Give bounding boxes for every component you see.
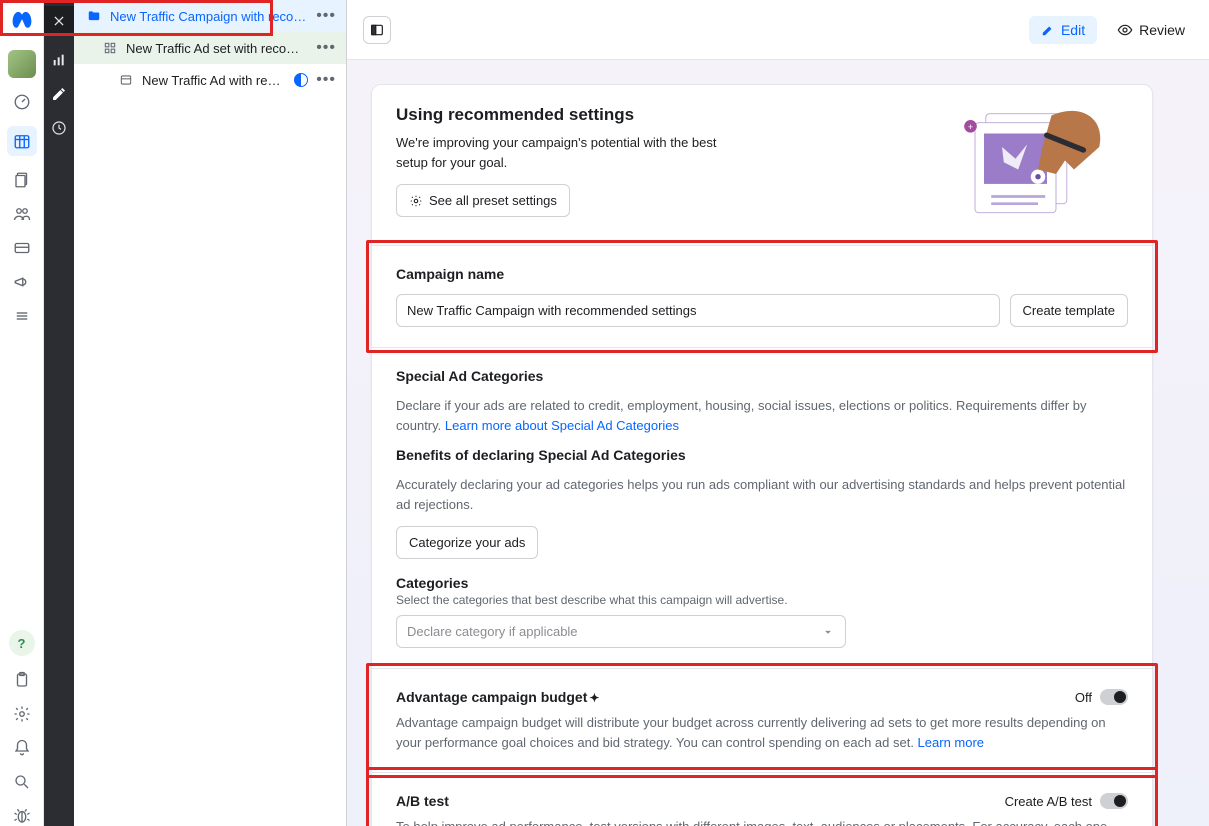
editor-topbar: Edit Review xyxy=(347,0,1209,60)
tree-item-adset[interactable]: New Traffic Ad set with recommend... ••• xyxy=(74,32,346,64)
gear-icon[interactable] xyxy=(12,704,32,724)
clipboard-icon[interactable] xyxy=(12,670,32,690)
ab-toggle-label: Create A/B test xyxy=(1005,794,1092,809)
search-icon[interactable] xyxy=(12,772,32,792)
bell-icon[interactable] xyxy=(12,738,32,758)
audiences-icon[interactable] xyxy=(12,204,32,224)
more-icon[interactable]: ••• xyxy=(316,11,336,21)
meta-logo-icon[interactable] xyxy=(8,8,36,36)
section-special-categories: Special Ad Categories Declare if your ad… xyxy=(372,348,1152,669)
recommended-illustration: + xyxy=(948,105,1128,225)
ab-desc: To help improve ad performance, test ver… xyxy=(396,817,1128,826)
pencil-icon[interactable] xyxy=(49,84,69,104)
edit-label: Edit xyxy=(1061,22,1085,38)
main-content: Edit Review Using recommended settings W… xyxy=(347,0,1209,826)
advantage-learn-link[interactable]: Learn more xyxy=(918,735,984,750)
tree-item-campaign[interactable]: New Traffic Campaign with recommend... •… xyxy=(74,0,346,32)
tree-item-label: New Traffic Ad with recomme... xyxy=(142,73,286,88)
tree-item-ad[interactable]: New Traffic Ad with recomme... ••• xyxy=(74,64,346,96)
review-button[interactable]: Review xyxy=(1109,16,1193,44)
calendar-grid-icon[interactable] xyxy=(7,126,37,156)
sparkle-icon: ✦ xyxy=(589,691,599,705)
section-campaign-name: Campaign name Create template xyxy=(372,246,1152,348)
categorize-ads-button[interactable]: Categorize your ads xyxy=(396,526,538,559)
create-template-button[interactable]: Create template xyxy=(1010,294,1129,327)
eye-icon xyxy=(1117,22,1133,38)
ad-icon xyxy=(118,72,134,88)
campaign-name-input[interactable] xyxy=(396,294,1000,327)
categories-sub: Select the categories that best describe… xyxy=(396,593,1128,607)
tree-item-label: New Traffic Ad set with recommend... xyxy=(126,41,308,56)
editor-rail xyxy=(44,0,74,826)
ab-toggle[interactable] xyxy=(1100,793,1128,809)
documents-icon[interactable] xyxy=(12,170,32,190)
close-icon[interactable] xyxy=(44,6,74,36)
pencil-icon xyxy=(1041,23,1055,37)
advantage-title: Advantage campaign budget✦ xyxy=(396,689,599,705)
chevron-down-icon xyxy=(821,625,835,639)
special-declare-desc: Declare if your ads are related to credi… xyxy=(396,396,1128,435)
tree-item-label: New Traffic Campaign with recommend... xyxy=(110,9,308,24)
grid4-icon xyxy=(102,40,118,56)
section-advantage-budget: Advantage campaign budget✦ Off Advantage… xyxy=(372,669,1152,773)
see-preset-button[interactable]: See all preset settings xyxy=(396,184,570,217)
menu-icon[interactable] xyxy=(12,306,32,326)
advantage-toggle-label: Off xyxy=(1075,690,1092,705)
help-icon[interactable]: ? xyxy=(9,630,35,656)
special-title: Special Ad Categories xyxy=(396,368,1128,384)
advantage-desc: Advantage campaign budget will distribut… xyxy=(396,713,1128,752)
megaphone-icon[interactable] xyxy=(12,272,32,292)
section-ab-test: A/B test Create A/B test To help improve… xyxy=(372,773,1152,826)
billing-icon[interactable] xyxy=(12,238,32,258)
global-nav-rail: ? xyxy=(0,0,44,826)
review-label: Review xyxy=(1139,22,1185,38)
learn-special-link[interactable]: Learn more about Special Ad Categories xyxy=(445,418,679,433)
special-benefits-desc: Accurately declaring your ad categories … xyxy=(396,475,1128,514)
recommended-desc: We're improving your campaign's potentia… xyxy=(396,133,736,172)
create-template-label: Create template xyxy=(1023,303,1116,318)
chart-bars-icon[interactable] xyxy=(49,50,69,70)
folder-icon xyxy=(86,8,102,24)
ab-title: A/B test xyxy=(396,793,449,809)
more-icon[interactable]: ••• xyxy=(316,75,336,85)
svg-text:+: + xyxy=(968,122,973,132)
section-recommended: Using recommended settings We're improvi… xyxy=(372,85,1152,246)
account-avatar[interactable] xyxy=(8,50,36,78)
advantage-toggle[interactable] xyxy=(1100,689,1128,705)
categories-placeholder: Declare category if applicable xyxy=(407,624,578,639)
gauge-icon[interactable] xyxy=(12,92,32,112)
status-half-icon xyxy=(294,73,308,87)
more-icon[interactable]: ••• xyxy=(316,43,336,53)
categorize-label: Categorize your ads xyxy=(409,535,525,550)
clock-icon[interactable] xyxy=(49,118,69,138)
panel-toggle-icon[interactable] xyxy=(363,16,391,44)
edit-button[interactable]: Edit xyxy=(1029,16,1097,44)
categories-select[interactable]: Declare category if applicable xyxy=(396,615,846,648)
campaign-name-title: Campaign name xyxy=(396,266,1128,282)
categories-label: Categories xyxy=(396,575,1128,591)
recommended-title: Using recommended settings xyxy=(396,105,928,125)
campaign-tree-panel: New Traffic Campaign with recommend... •… xyxy=(74,0,347,826)
gear-icon xyxy=(409,194,423,208)
bug-icon[interactable] xyxy=(12,806,32,826)
preset-btn-label: See all preset settings xyxy=(429,193,557,208)
special-benefits-title: Benefits of declaring Special Ad Categor… xyxy=(396,447,1128,463)
